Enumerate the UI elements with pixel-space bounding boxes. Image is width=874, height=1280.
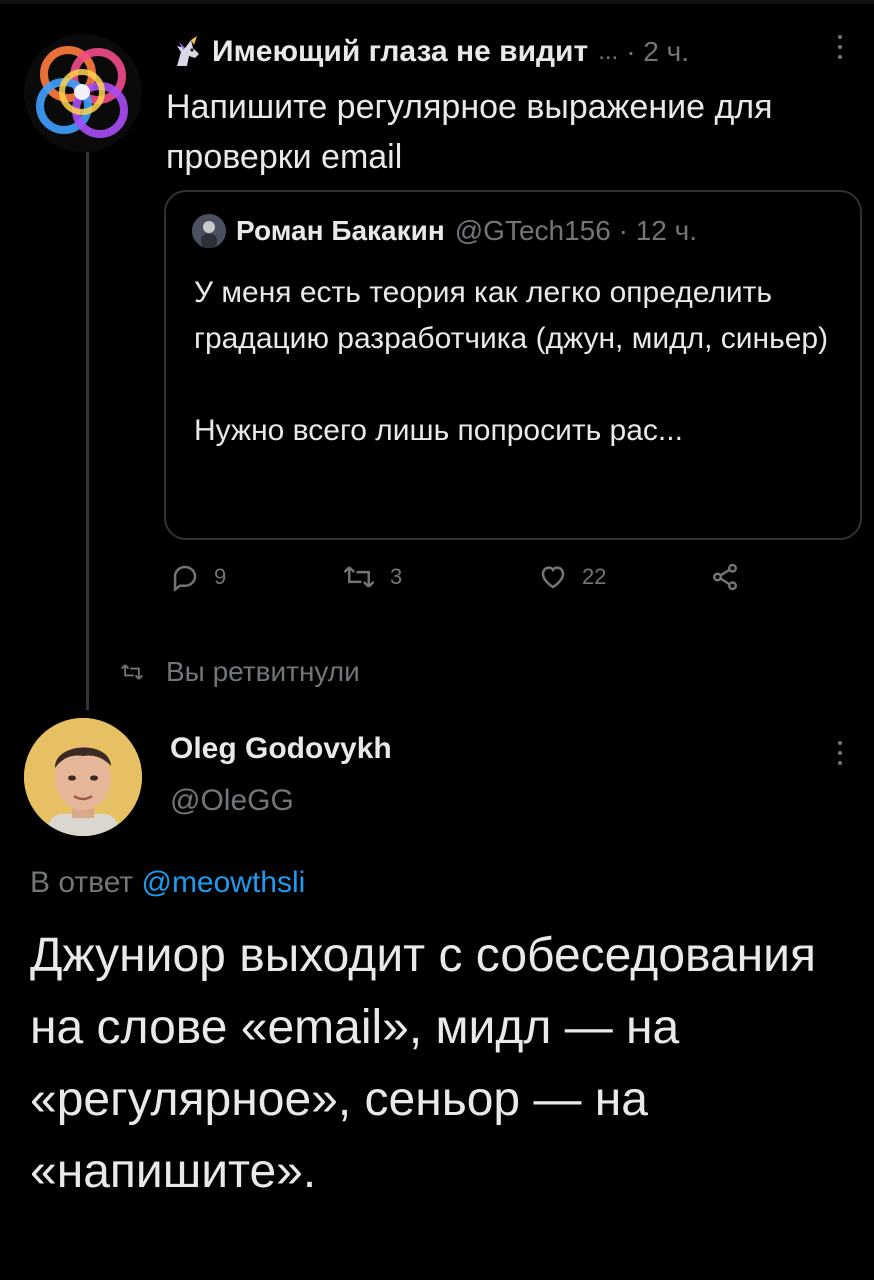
tweet-text: Напишите регулярное выражение для провер… bbox=[166, 88, 773, 176]
tweet-text: Джуниор выходит с собеседования на слове… bbox=[30, 929, 816, 1198]
avatar[interactable] bbox=[24, 34, 142, 152]
quoted-handle-time: @GTech156 · 12 ч. bbox=[454, 215, 697, 246]
retweet-count: 3 bbox=[390, 564, 403, 589]
tweet-actions: 9 3 22 bbox=[170, 562, 770, 602]
unicorn-emoji-icon bbox=[170, 35, 204, 69]
colorful-rings-avatar-image bbox=[24, 34, 142, 152]
reply-icon bbox=[173, 565, 197, 592]
more-vertical-icon[interactable] bbox=[836, 34, 844, 60]
avatar[interactable] bbox=[24, 718, 142, 836]
like-count: 22 bbox=[582, 564, 607, 589]
quoted-text-paragraph: Нужно всего лишь попросить рас... bbox=[194, 414, 683, 447]
retweet-icon bbox=[343, 566, 375, 588]
retweeted-label: Вы ретвитнули bbox=[166, 656, 360, 687]
top-divider bbox=[0, 0, 874, 4]
quoted-tweet-text: У меня есть теория как легко определить … bbox=[194, 270, 844, 454]
share-button[interactable] bbox=[708, 562, 742, 592]
thread-connector-line bbox=[86, 150, 89, 710]
quoted-author-name: Роман Бакакин bbox=[236, 215, 445, 246]
retweet-button[interactable]: 3 bbox=[342, 562, 402, 592]
share-icon bbox=[713, 563, 737, 591]
tweet-header: Имеющий глаза не видит ... · 2 ч. bbox=[170, 30, 689, 74]
name-truncation: ... bbox=[598, 38, 619, 65]
avatar bbox=[192, 214, 226, 248]
reply-context: В ответ @meowthsli bbox=[30, 866, 305, 900]
quoted-text-paragraph: У меня есть теория как легко определить … bbox=[194, 276, 829, 355]
heart-icon bbox=[541, 566, 565, 589]
reply-mention-link[interactable]: @meowthsli bbox=[141, 866, 305, 899]
like-button[interactable]: 22 bbox=[538, 562, 606, 592]
reply-count: 9 bbox=[214, 564, 227, 589]
reply-prefix: В ответ bbox=[30, 866, 134, 899]
retweeted-indicator: Вы ретвитнули bbox=[120, 656, 360, 688]
tweet-time[interactable]: · 2 ч. bbox=[626, 36, 689, 68]
reply-button[interactable]: 9 bbox=[170, 562, 226, 592]
retweet-icon bbox=[121, 664, 143, 680]
author-name[interactable]: Oleg Godovykh bbox=[170, 732, 392, 766]
author-name[interactable]: Имеющий глаза не видит bbox=[212, 35, 588, 69]
more-vertical-icon[interactable] bbox=[836, 740, 844, 766]
quoted-tweet-card[interactable]: Роман Бакакин @GTech156 · 12 ч. У меня е… bbox=[164, 190, 862, 540]
author-handle[interactable]: @OleGG bbox=[170, 784, 294, 818]
quoted-tweet-header: Роман Бакакин @GTech156 · 12 ч. bbox=[192, 214, 697, 248]
profile-photo bbox=[24, 718, 142, 836]
